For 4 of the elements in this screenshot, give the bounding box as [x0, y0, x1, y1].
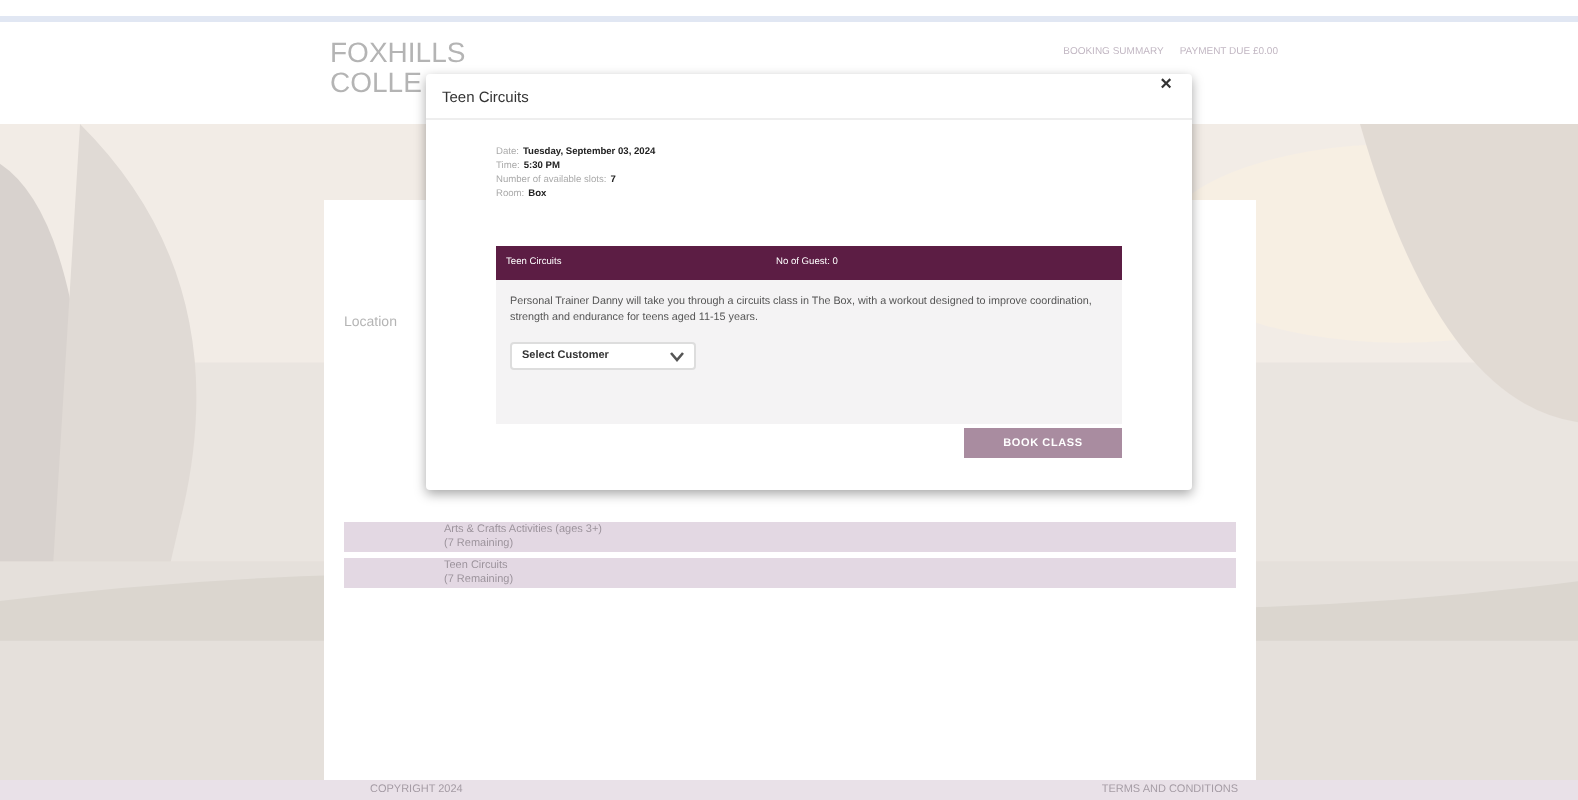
logo-text: FOXHILLS [330, 38, 466, 66]
logo-text: COLLE [330, 68, 424, 96]
chevron-down-icon [670, 351, 684, 361]
close-button[interactable]: × [1156, 76, 1176, 96]
